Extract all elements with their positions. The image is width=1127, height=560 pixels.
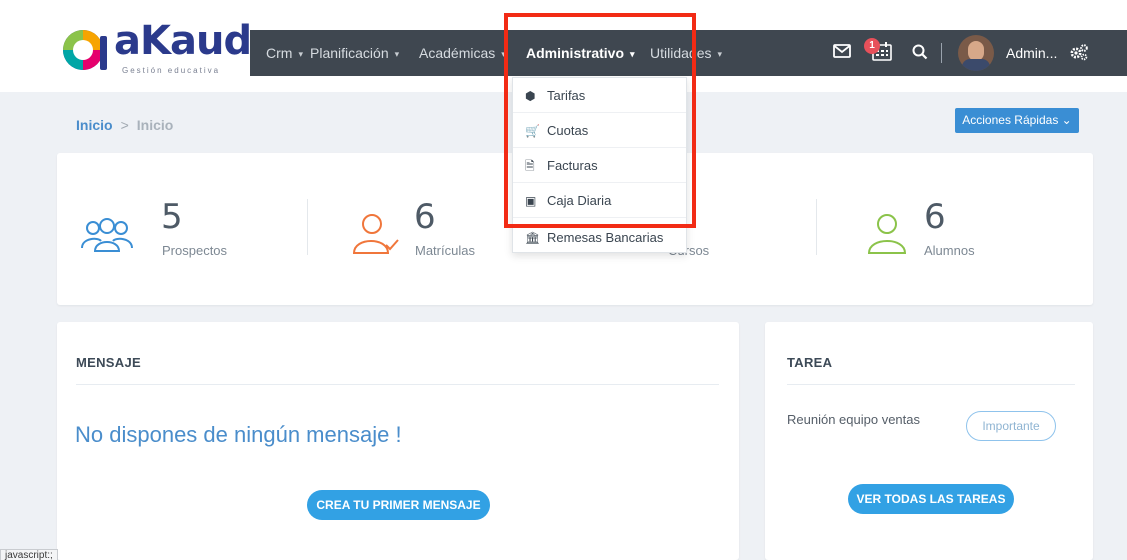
nav-academicas-label: Académicas xyxy=(419,45,496,61)
stat-value: 6 xyxy=(924,197,946,237)
stat-prospectos[interactable]: 5 Prospectos xyxy=(57,153,307,305)
menu-item-label: Remesas Bancarias xyxy=(547,230,664,245)
stat-label: Prospectos xyxy=(162,243,228,258)
browser-status-bar: javascript:; xyxy=(0,549,58,560)
user-check-icon xyxy=(352,214,399,254)
avatar-face xyxy=(968,41,984,61)
highlight-box xyxy=(504,13,696,228)
brand-name: aKaud xyxy=(114,18,252,64)
task-priority-tag: Importante xyxy=(966,411,1056,441)
notification-badge: 1 xyxy=(864,38,880,54)
users-group-icon xyxy=(81,218,133,252)
messages-title: MENSAJE xyxy=(76,355,141,370)
user-name[interactable]: Admin... xyxy=(1006,30,1057,76)
tasks-title: TAREA xyxy=(787,355,833,370)
panel-divider xyxy=(76,384,719,385)
breadcrumb: Inicio > Inicio xyxy=(76,117,173,133)
nav-crm-label: Crm xyxy=(266,45,293,61)
envelope-icon[interactable] xyxy=(833,44,851,58)
breadcrumb-separator: > xyxy=(120,117,129,133)
chevron-down-icon: ▾ xyxy=(298,49,303,59)
stat-value: 5 xyxy=(161,197,183,237)
tasks-panel: TAREA Reunión equipo ventas Importante V… xyxy=(765,322,1093,560)
nav-crm[interactable]: Crm ▾ xyxy=(266,30,303,76)
chevron-down-icon: ▾ xyxy=(394,49,400,59)
breadcrumb-current: Inicio xyxy=(136,117,174,133)
nav-planificacion[interactable]: Planificación ▾ xyxy=(310,30,399,76)
view-all-tasks-button[interactable]: VER TODAS LAS TAREAS xyxy=(848,484,1014,514)
nav-academicas[interactable]: Académicas ▾ xyxy=(419,30,506,76)
logo-icon xyxy=(63,30,107,70)
stat-label: Matrículas xyxy=(415,243,475,258)
breadcrumb-home[interactable]: Inicio xyxy=(76,117,113,133)
user-icon xyxy=(867,214,907,254)
stat-alumnos[interactable]: 6 Alumnos xyxy=(817,153,1093,305)
gears-icon[interactable] xyxy=(1069,43,1089,61)
stat-label: Alumnos xyxy=(924,243,975,258)
brand-logo[interactable]: aKaud Gestión educativa xyxy=(60,18,252,78)
avatar[interactable] xyxy=(958,35,994,71)
chevron-down-icon: ▾ xyxy=(717,49,723,59)
panel-divider xyxy=(787,384,1075,385)
task-item[interactable]: Reunión equipo ventas xyxy=(787,412,920,427)
quick-actions-button[interactable]: Acciones Rápidas ⌄ xyxy=(955,108,1079,133)
empty-messages-text: No dispones de ningún mensaje ! xyxy=(75,422,402,447)
search-icon[interactable] xyxy=(912,44,928,60)
nav-divider xyxy=(941,43,942,63)
brand-tagline: Gestión educativa xyxy=(122,66,221,75)
create-message-button[interactable]: CREA TU PRIMER MENSAJE xyxy=(307,490,490,520)
messages-panel: MENSAJE No dispones de ningún mensaje ! … xyxy=(57,322,739,560)
nav-planificacion-label: Planificación xyxy=(310,45,389,61)
avatar-body xyxy=(962,59,990,71)
stat-value: 6 xyxy=(414,197,436,237)
